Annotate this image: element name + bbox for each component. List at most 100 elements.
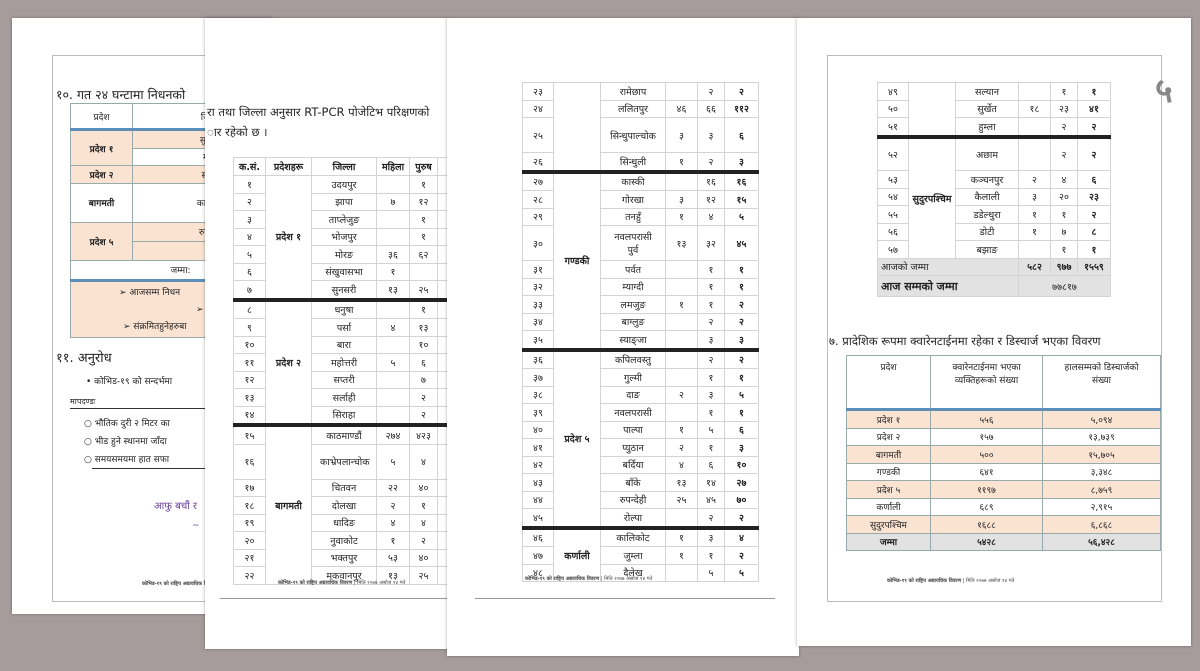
header-discharge: हालसम्मको डिस्चार्जको संख्या	[1042, 355, 1161, 410]
female-count: ३	[665, 117, 698, 153]
female-count: १३	[376, 280, 410, 300]
row-number: ३५	[522, 330, 554, 350]
row-number: २१	[233, 548, 266, 567]
quarantine-row: बागमती ५०० १५,७०५	[846, 445, 1161, 464]
female-count: १	[665, 207, 698, 226]
male-count: ६२	[409, 245, 438, 264]
row-number: ३	[233, 210, 266, 229]
male-count: ५	[697, 563, 725, 582]
total-count: १	[724, 277, 759, 296]
female-count	[376, 227, 410, 246]
district-cell: नवलपरासी पुर्व	[600, 225, 666, 261]
female-count: १	[376, 262, 410, 281]
female-count	[665, 82, 698, 101]
male-count: २	[409, 531, 438, 550]
district-cell: ललितपुर	[600, 99, 666, 118]
total-count: ५	[724, 385, 759, 404]
section-10-heading: १०. गत २४ घन्टामा निधनको	[56, 87, 186, 102]
male-count: १	[409, 496, 438, 515]
province-cell: प्रदेश २	[265, 297, 312, 426]
row-number: ३०	[522, 225, 554, 261]
female-count	[376, 335, 410, 354]
quarantine-total-row: जम्मा ५४२८ ५६,४२८	[846, 532, 1161, 551]
column-header: महिला	[376, 157, 410, 176]
female-count: १३	[665, 225, 698, 261]
male-count: १	[409, 297, 438, 319]
province-cell: गण्डकी	[553, 169, 601, 350]
row-number: ४५	[522, 508, 554, 528]
female-count: ४	[376, 318, 410, 337]
row-number: २५	[522, 117, 554, 153]
table-row: ३६ प्रदेश ५ कपिलवस्तु २ २	[522, 347, 759, 528]
total-count: ३	[724, 152, 759, 172]
row-number: २९	[522, 207, 554, 226]
discharge-count: ५,०९४	[1042, 409, 1161, 429]
male-count: १	[697, 260, 725, 279]
male-count: २५	[409, 566, 438, 585]
male-count: ३	[697, 117, 725, 153]
female-count: १	[376, 531, 410, 550]
female-count	[376, 405, 410, 426]
male-count: १२	[697, 190, 725, 209]
province-cell: प्रदेश १	[265, 175, 312, 300]
male-count: ४	[697, 207, 725, 226]
footer-date: मिति २०७७ असोज १४ गते	[357, 580, 406, 586]
header-quarantine: क्वारेनटाईनमा भएका व्यक्तिहरूको संख्या	[930, 355, 1043, 410]
district-cell: उदयपुर	[311, 175, 377, 194]
criteria-item: ○ भौतिक दुरी २ मिटर का	[84, 419, 170, 429]
row-number: ९	[233, 318, 266, 337]
row-number: २३	[522, 82, 554, 101]
district-cell: पर्सा	[311, 318, 377, 337]
total-count: १	[724, 368, 759, 387]
female-count: २	[665, 438, 698, 457]
total-label: जम्मा	[846, 532, 931, 551]
male-count: ४०	[409, 548, 438, 567]
row-number: १	[233, 175, 266, 194]
district-cell: रुपन्देही	[600, 490, 666, 509]
male-count	[409, 262, 438, 281]
page-3: २३ रामेछाप २ २ २४ ललितपुर ४६ ६६ ११२ २५ सिन्धुपाल्च…	[447, 18, 799, 656]
female-count	[376, 175, 410, 194]
male-count: १	[697, 403, 725, 422]
page-2: रा तथा जिल्ला अनुसार RT-PCR पोजेटिभ परिक…	[205, 18, 448, 649]
table-row: १५ बागमती काठमाण्डौं २७४ ४२३	[233, 423, 448, 585]
row-number: ३२	[522, 277, 554, 296]
quarantine-row: प्रदेश ५ ११९७ ८,७५९	[846, 480, 1161, 499]
male-count: १६	[697, 169, 725, 191]
district-cell: गोरखा	[600, 190, 666, 209]
female-count	[665, 403, 698, 422]
discharge-count: ६,८६८	[1042, 515, 1161, 534]
female-count: २२	[376, 478, 410, 497]
province-cell	[553, 82, 601, 172]
province-cell: प्रदेश ५	[553, 347, 601, 528]
row-number: ४१	[522, 438, 554, 457]
district-cell: ताप्लेजुङ	[311, 210, 377, 229]
quarantine-count: ६४१	[930, 462, 1043, 481]
district-cell: सिन्धुली	[600, 152, 666, 172]
row-number: ७	[233, 280, 266, 300]
male-count: ६	[697, 455, 725, 474]
district-cell: नवलपरासी	[600, 403, 666, 422]
female-count	[665, 169, 698, 191]
table-row: १ प्रदेश १ उदयपुर १	[233, 175, 448, 300]
district-cell: तनहुँ	[600, 207, 666, 226]
row-number: ३६	[522, 347, 554, 369]
quarantine-count: ५००	[930, 445, 1043, 464]
female-count: १	[665, 525, 698, 547]
total-count: २७	[724, 473, 759, 492]
district-cell: बर्दिया	[600, 455, 666, 474]
column-header: प्रदेशहरू	[265, 157, 312, 176]
row-number: १५	[233, 423, 266, 445]
district-cell: धादिङ	[311, 513, 377, 532]
district-cell: चितवन	[311, 478, 377, 497]
footer-line	[220, 598, 448, 599]
province-cell: प्रदेश ५	[846, 480, 931, 499]
row-number: ४३	[522, 473, 554, 492]
row-number: ३४	[522, 312, 554, 331]
male-count: ४०	[409, 478, 438, 497]
slogan-tilde: ~	[192, 521, 200, 531]
quarantine-count: ६८९	[930, 497, 1043, 516]
male-count: १	[409, 175, 438, 194]
male-count: १२	[409, 192, 438, 211]
district-cell: भोजपुर	[311, 227, 377, 246]
